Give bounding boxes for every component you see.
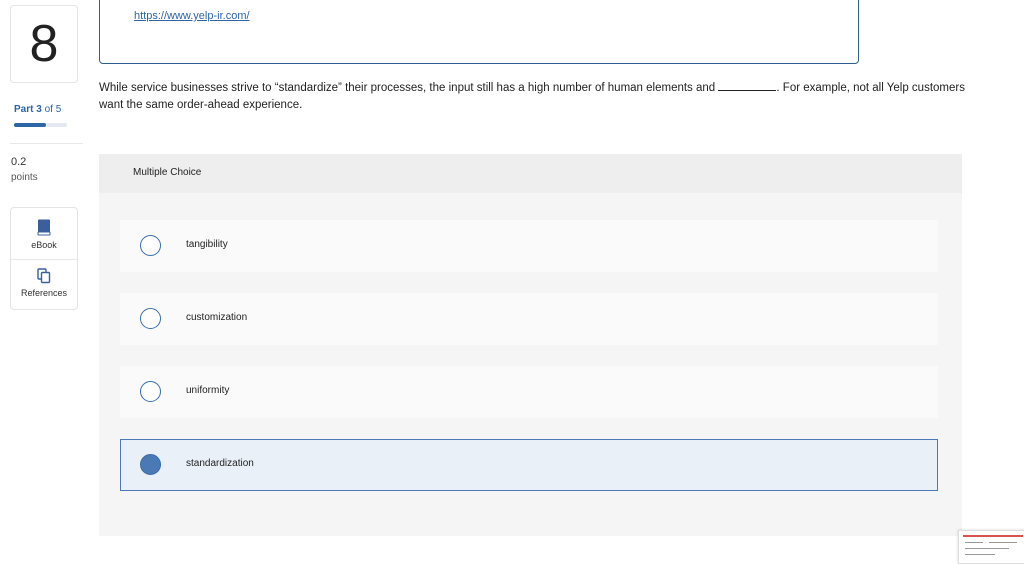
option-label: tangibility (186, 239, 228, 250)
multiple-choice-header: Multiple Choice (99, 154, 962, 193)
option-label: uniformity (186, 385, 230, 396)
ebook-button[interactable]: eBook (11, 219, 77, 250)
question-before-blank: While service businesses strive to “stan… (99, 82, 716, 94)
option-tangibility[interactable]: tangibility (120, 220, 938, 272)
thumbnail-line (989, 542, 1017, 543)
references-label: References (20, 288, 68, 298)
tools-panel: eBook References (10, 207, 78, 310)
multiple-choice-panel: Multiple Choice tangibility customizatio… (99, 154, 962, 536)
rail-divider (10, 143, 83, 144)
part-progress-fill (14, 123, 46, 127)
part-current: 3 (36, 104, 42, 115)
thumbnail-line (965, 542, 983, 543)
copy-icon (37, 268, 51, 284)
part-of: of 5 (44, 104, 62, 115)
references-button[interactable]: References (11, 268, 77, 298)
option-uniformity[interactable]: uniformity (120, 366, 938, 418)
radio-button[interactable] (140, 381, 161, 402)
question-number: 8 (10, 5, 78, 83)
radio-button-selected[interactable] (140, 454, 161, 475)
book-icon (37, 219, 51, 236)
reference-box: https://www.yelp-ir.com/ (99, 0, 859, 64)
thumbnail-header-bar (963, 535, 1023, 537)
option-customization[interactable]: customization (120, 293, 938, 345)
question-text: While service businesses strive to “stan… (99, 79, 969, 114)
part-prefix: Part (14, 104, 34, 115)
option-label: standardization (186, 458, 254, 469)
option-label: customization (186, 312, 248, 323)
reference-link[interactable]: https://www.yelp-ir.com/ (134, 10, 250, 22)
thumbnail-line (965, 554, 995, 555)
radio-button[interactable] (140, 308, 161, 329)
thumbnail-line (965, 548, 1009, 549)
tools-divider (11, 259, 77, 260)
radio-button[interactable] (140, 235, 161, 256)
multiple-choice-title: Multiple Choice (133, 167, 202, 178)
answer-blank (718, 79, 777, 91)
part-indicator: Part 3 of 5 (14, 104, 61, 115)
part-progress-bar (14, 123, 67, 127)
points-value: 0.2 (11, 156, 27, 168)
ebook-label: eBook (31, 240, 57, 250)
points-label: points (11, 172, 38, 183)
option-standardization[interactable]: standardization (120, 439, 938, 491)
